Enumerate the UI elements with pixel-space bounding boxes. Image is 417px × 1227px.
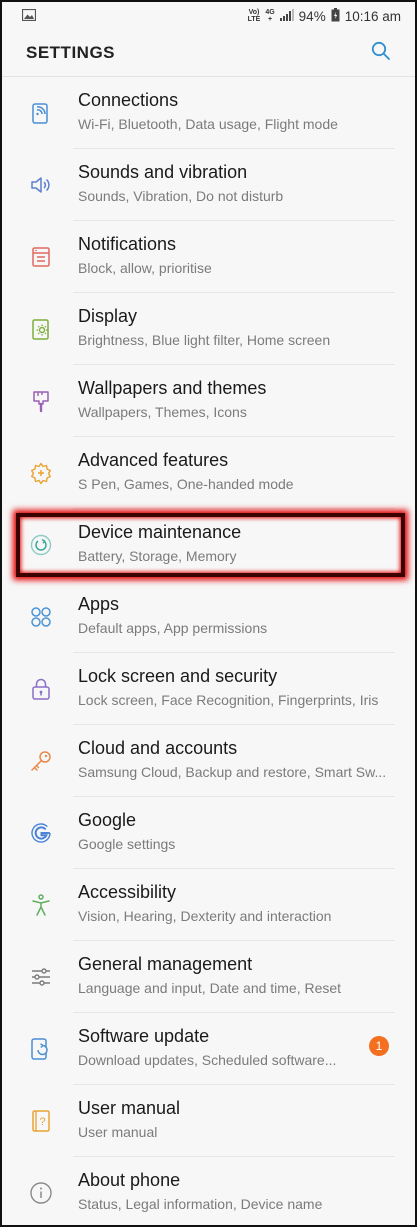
settings-item-subtitle: Brightness, Blue light filter, Home scre… — [78, 332, 331, 348]
manual-icon: ? — [28, 1108, 54, 1134]
settings-item-user-manual[interactable]: ? User manual User manual — [2, 1085, 415, 1157]
settings-item-subtitle: Language and input, Date and time, Reset — [78, 980, 342, 996]
settings-screen: Vo) LTE 4G + 94% 10:16 am SETTINGS Connect… — [0, 0, 417, 1227]
settings-item-text: Software update Download updates, Schedul… — [78, 1026, 395, 1068]
settings-item-subtitle: Status, Legal information, Device name — [78, 1196, 323, 1212]
update-badge: 1 — [369, 1036, 389, 1056]
settings-item-accessibility[interactable]: Accessibility Vision, Hearing, Dexterity … — [2, 869, 415, 941]
settings-item-title: General management — [78, 954, 253, 974]
settings-item-title: Apps — [78, 594, 120, 614]
settings-list: Connections Wi-Fi, Bluetooth, Data usage,… — [2, 77, 415, 1225]
settings-item-title: Wallpapers and themes — [78, 378, 267, 398]
settings-item-text: Sounds and vibration Sounds, Vibration, D… — [78, 162, 395, 204]
settings-item-subtitle: Wi-Fi, Bluetooth, Data usage, Flight mod… — [78, 116, 338, 132]
info-icon — [28, 1180, 54, 1206]
settings-item-device-maintenance[interactable]: Device maintenance Battery, Storage, Memo… — [2, 509, 415, 581]
settings-item-text: About phone Status, Legal information, De… — [78, 1170, 395, 1212]
volte-indicator: Vo) LTE — [247, 9, 261, 23]
network-type-indicator: 4G + — [265, 9, 275, 23]
settings-item-subtitle: Vision, Hearing, Dexterity and interacti… — [78, 908, 332, 924]
search-icon[interactable] — [371, 41, 391, 66]
settings-item-wallpapers-and-themes[interactable]: Wallpapers and themes Wallpapers, Themes,… — [2, 365, 415, 437]
battery-icon — [331, 7, 340, 25]
settings-item-subtitle: Download updates, Scheduled software... — [78, 1052, 337, 1068]
settings-item-text: Advanced features S Pen, Games, One-hande… — [78, 450, 395, 492]
page-title: SETTINGS — [26, 43, 116, 62]
settings-item-sounds-and-vibration[interactable]: Sounds and vibration Sounds, Vibration, D… — [2, 149, 415, 221]
settings-item-title: Sounds and vibration — [78, 162, 248, 182]
app-header: SETTINGS — [2, 30, 415, 76]
clock: 10:16 am — [344, 8, 401, 24]
settings-item-title: Advanced features — [78, 450, 229, 470]
settings-item-title: Google — [78, 810, 137, 830]
settings-item-text: Connections Wi-Fi, Bluetooth, Data usage,… — [78, 90, 395, 132]
settings-item-title: Software update — [78, 1026, 210, 1046]
settings-item-software-update[interactable]: Software update Download updates, Schedul… — [2, 1013, 415, 1085]
settings-item-title: Connections — [78, 90, 179, 110]
settings-item-subtitle: S Pen, Games, One-handed mode — [78, 476, 294, 492]
settings-item-subtitle: User manual — [78, 1124, 158, 1140]
settings-item-connections[interactable]: Connections Wi-Fi, Bluetooth, Data usage,… — [2, 77, 415, 149]
settings-item-title: Cloud and accounts — [78, 738, 238, 758]
settings-item-title: User manual — [78, 1098, 181, 1118]
settings-item-subtitle: Sounds, Vibration, Do not disturb — [78, 188, 284, 204]
notifications-icon — [28, 244, 54, 270]
settings-item-text: Google Google settings — [78, 810, 395, 852]
settings-item-title: Notifications — [78, 234, 177, 254]
settings-item-title: About phone — [78, 1170, 181, 1190]
settings-item-advanced-features[interactable]: Advanced features S Pen, Games, One-hande… — [2, 437, 415, 509]
settings-item-title: Accessibility — [78, 882, 177, 902]
settings-item-text: User manual User manual — [78, 1098, 395, 1140]
settings-item-title: Lock screen and security — [78, 666, 278, 686]
accessibility-icon — [28, 892, 54, 918]
speaker-icon — [28, 172, 54, 198]
settings-item-text: Lock screen and security Lock screen, Fac… — [78, 666, 395, 708]
settings-item-display[interactable]: Display Brightness, Blue light filter, Ho… — [2, 293, 415, 365]
settings-item-text: Cloud and accounts Samsung Cloud, Backup … — [78, 738, 395, 780]
connections-icon — [28, 100, 54, 126]
apps-icon — [28, 604, 54, 630]
settings-item-subtitle: Battery, Storage, Memory — [78, 548, 237, 564]
battery-percent: 94% — [298, 8, 326, 24]
svg-text:?: ? — [39, 1116, 45, 1128]
lock-icon — [28, 676, 54, 702]
settings-item-subtitle: Block, allow, prioritise — [78, 260, 212, 276]
settings-item-about-phone[interactable]: About phone Status, Legal information, De… — [2, 1157, 415, 1225]
gallery-notification-icon — [21, 8, 37, 24]
settings-item-subtitle: Default apps, App permissions — [78, 620, 268, 636]
brush-icon — [28, 388, 54, 414]
settings-item-subtitle: Samsung Cloud, Backup and restore, Smart… — [78, 764, 387, 780]
settings-item-title: Display — [78, 306, 138, 326]
settings-item-text: Notifications Block, allow, prioritise — [78, 234, 395, 276]
settings-item-google[interactable]: Google Google settings — [2, 797, 415, 869]
sliders-icon — [28, 964, 54, 990]
settings-item-text: Wallpapers and themes Wallpapers, Themes,… — [78, 378, 395, 420]
settings-item-apps[interactable]: Apps Default apps, App permissions — [2, 581, 415, 653]
settings-item-title: Device maintenance — [78, 522, 242, 542]
maintenance-icon — [28, 532, 54, 558]
settings-item-subtitle: Google settings — [78, 836, 176, 852]
google-icon — [28, 820, 54, 846]
display-icon — [28, 316, 54, 342]
signal-icon — [279, 8, 294, 24]
settings-item-cloud-and-accounts[interactable]: Cloud and accounts Samsung Cloud, Backup … — [2, 725, 415, 797]
update-icon — [28, 1036, 54, 1062]
settings-item-notifications[interactable]: Notifications Block, allow, prioritise — [2, 221, 415, 293]
settings-item-text: Device maintenance Battery, Storage, Memo… — [78, 522, 395, 564]
settings-item-subtitle: Wallpapers, Themes, Icons — [78, 404, 247, 420]
settings-item-text: Display Brightness, Blue light filter, Ho… — [78, 306, 395, 348]
settings-item-text: General management Language and input, Da… — [78, 954, 395, 996]
settings-item-subtitle: Lock screen, Face Recognition, Fingerpri… — [78, 692, 379, 708]
key-icon — [28, 748, 54, 774]
settings-item-text: Apps Default apps, App permissions — [78, 594, 395, 636]
settings-item-general-management[interactable]: General management Language and input, Da… — [2, 941, 415, 1013]
gear-plus-icon — [28, 460, 54, 486]
status-bar: Vo) LTE 4G + 94% 10:16 am — [2, 2, 415, 30]
settings-item-lock-screen-and-security[interactable]: Lock screen and security Lock screen, Fac… — [2, 653, 415, 725]
settings-item-text: Accessibility Vision, Hearing, Dexterity … — [78, 882, 395, 924]
